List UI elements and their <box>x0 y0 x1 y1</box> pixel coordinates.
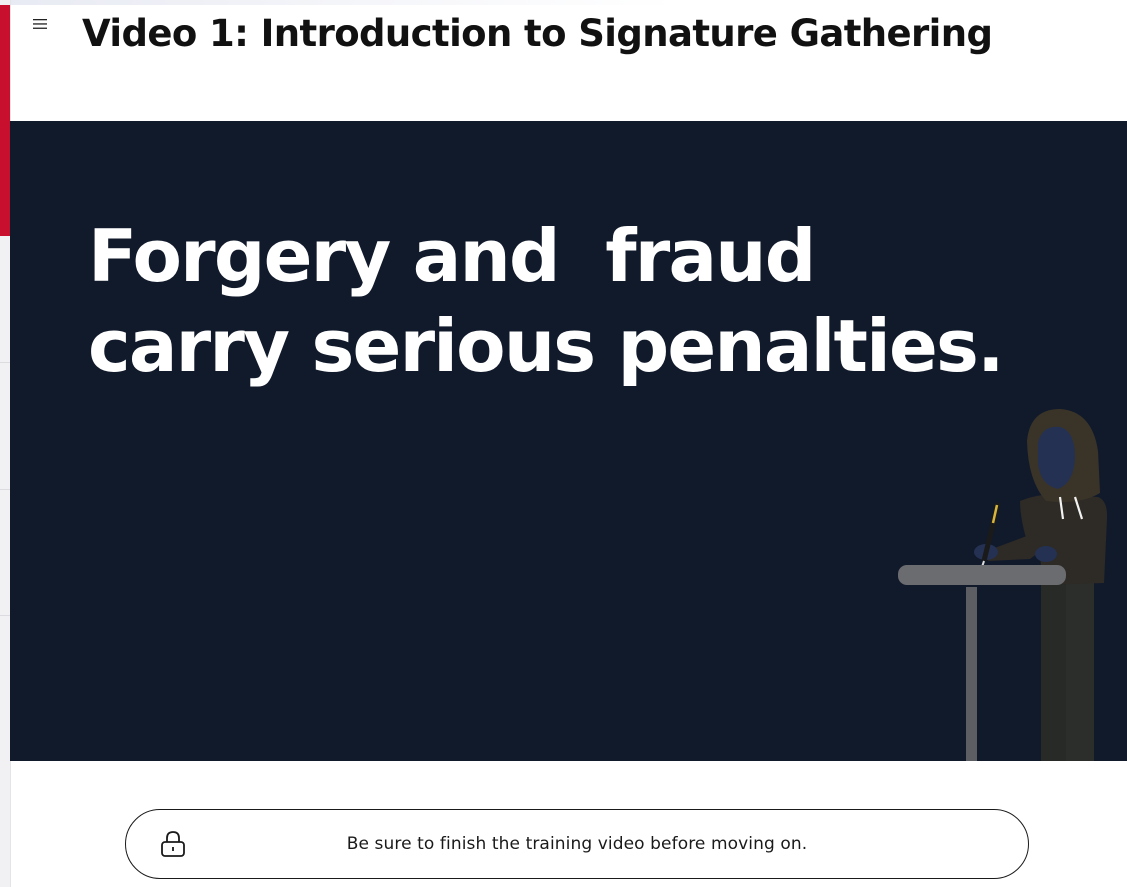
sidebar-divider <box>0 362 10 363</box>
top-edge <box>0 0 1127 5</box>
video-caption-line-2: carry serious penalties. <box>88 304 1004 388</box>
video-lock-notice: Be sure to finish the training video bef… <box>125 809 1029 879</box>
hooded-figure-illustration <box>898 409 1108 761</box>
video-player[interactable]: Forgery and fraud carry serious penaltie… <box>10 121 1127 761</box>
hamburger-menu-icon[interactable] <box>30 14 50 34</box>
video-caption-line-1: Forgery and fraud <box>88 214 816 298</box>
lesson-title: Video 1: Introduction to Signature Gathe… <box>82 12 993 55</box>
video-caption: Forgery and fraud carry serious penaltie… <box>88 211 1004 391</box>
sidebar-divider <box>0 489 10 490</box>
lesson-page: Video 1: Introduction to Signature Gathe… <box>0 0 1127 887</box>
sidebar-active-indicator <box>0 5 10 236</box>
lock-notice-message: Be sure to finish the training video bef… <box>346 834 808 854</box>
sidebar-divider <box>0 615 10 616</box>
